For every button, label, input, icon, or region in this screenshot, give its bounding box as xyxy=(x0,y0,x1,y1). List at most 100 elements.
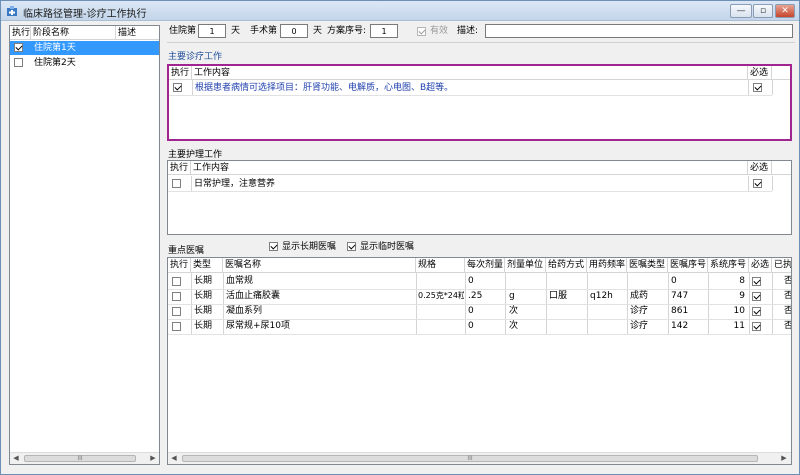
divider xyxy=(772,80,773,95)
orders-hscrollbar[interactable]: ◀ III ▶ xyxy=(168,452,791,464)
nursing-content: 日常护理，注意营养 xyxy=(194,179,276,189)
order-freq xyxy=(590,274,626,288)
col-header-content: 工作内容 xyxy=(191,161,748,175)
col-header-freq: 用药频率 xyxy=(589,258,627,272)
diagnosis-required-checkbox[interactable] xyxy=(753,83,762,92)
show-temp-orders-label: 显示临时医嘱 xyxy=(360,242,415,252)
day-prefix-label: 住院第 xyxy=(169,26,197,36)
table-row[interactable]: 长期 血常规 0 0 8 否 xyxy=(168,274,791,289)
stage-list-hscrollbar[interactable]: ◀ III ▶ xyxy=(10,452,159,464)
order-freq: q12h xyxy=(590,291,613,301)
scroll-left-arrow-icon[interactable]: ◀ xyxy=(10,453,22,464)
order-exec-checkbox[interactable] xyxy=(172,322,181,331)
stage-row[interactable]: 住院第1天 xyxy=(10,41,159,55)
order-exec-checkbox[interactable] xyxy=(172,307,181,316)
diagnosis-content: 根据患者病情可选择项目：肝肾功能、电解质，心电图、B超等。 xyxy=(195,83,454,93)
order-required-checkbox[interactable] xyxy=(752,322,761,331)
nursing-exec-checkbox[interactable] xyxy=(172,179,181,188)
order-required-checkbox[interactable] xyxy=(752,292,761,301)
order-done: 否 xyxy=(784,274,791,288)
divider xyxy=(772,176,773,191)
show-temp-orders-checkbox[interactable] xyxy=(347,242,356,251)
stage-exec-checkbox[interactable] xyxy=(14,58,23,67)
nursing-required-checkbox[interactable] xyxy=(753,179,762,188)
scroll-thumb[interactable]: III xyxy=(182,455,758,462)
divider xyxy=(168,304,791,305)
order-route xyxy=(549,304,585,318)
orders-section-title: 重点医嘱 xyxy=(168,246,205,256)
plan-no-input[interactable] xyxy=(370,24,398,38)
order-no: 142 xyxy=(671,321,689,331)
order-required-checkbox[interactable] xyxy=(752,277,761,286)
order-exec-checkbox[interactable] xyxy=(172,292,181,301)
nursing-section-title: 主要护理工作 xyxy=(168,150,223,160)
stage-exec-checkbox[interactable] xyxy=(14,43,23,52)
surgery-day-input[interactable] xyxy=(280,24,308,38)
order-freq xyxy=(590,304,626,318)
stage-row[interactable]: 住院第2天 xyxy=(10,56,159,70)
order-sys-no: 8 xyxy=(739,276,745,286)
col-header-order-no: 医嘱序号 xyxy=(670,258,708,272)
order-required-checkbox[interactable] xyxy=(752,307,761,316)
show-long-orders-checkbox[interactable] xyxy=(269,242,278,251)
order-freq xyxy=(590,319,626,333)
close-button[interactable]: ✕ xyxy=(775,4,795,18)
desc-input[interactable] xyxy=(485,24,793,38)
order-name: 尿常规+尿10项 xyxy=(226,321,290,331)
divider xyxy=(168,289,791,290)
col-header-exec: 执行 xyxy=(168,258,191,272)
order-dose: .25 xyxy=(468,291,483,301)
order-done: 否 xyxy=(784,304,791,318)
diagnosis-grid[interactable]: 执行 工作内容 必选 根据患者病情可选择项目：肝肾功能、电解质，心电图、B超等。 xyxy=(167,64,792,141)
order-type: 长期 xyxy=(194,306,213,316)
order-route: 口服 xyxy=(549,291,568,301)
scroll-right-arrow-icon[interactable]: ▶ xyxy=(778,453,790,464)
table-row[interactable]: 长期 凝血系列 0 次 诊疗 861 10 否 xyxy=(168,304,791,319)
col-header-desc: 描述 xyxy=(118,28,137,38)
order-category: 成药 xyxy=(630,291,649,301)
order-sys-no: 11 xyxy=(733,321,745,331)
surgery-suffix-label: 天 xyxy=(313,26,323,36)
order-category xyxy=(630,274,666,288)
stage-list[interactable]: 执行 阶段名称 描述 住院第1天 住院第2天 ◀ III ▶ xyxy=(9,25,160,465)
stage-name: 住院第1天 xyxy=(34,43,76,53)
order-done: 否 xyxy=(784,289,791,303)
order-dose: 0 xyxy=(468,306,474,316)
order-route xyxy=(549,274,585,288)
show-long-orders-label: 显示长期医嘱 xyxy=(282,242,337,252)
col-header-sys-no: 系统序号 xyxy=(708,258,749,272)
title-bar: 临床路径管理-诊疗工作执行 — ▫ ✕ xyxy=(1,1,799,21)
minimize-button[interactable]: — xyxy=(730,4,752,18)
col-header-done: 已执 xyxy=(772,258,791,272)
order-unit: g xyxy=(509,291,515,301)
order-dose: 0 xyxy=(468,321,474,331)
scroll-right-arrow-icon[interactable]: ▶ xyxy=(147,453,159,464)
stage-list-header: 执行 阶段名称 描述 xyxy=(10,26,159,40)
order-spec: 0.25克*24粒 xyxy=(418,291,464,300)
diagnosis-exec-checkbox[interactable] xyxy=(173,83,182,92)
order-spec xyxy=(418,274,464,288)
plan-no-label: 方案序号: xyxy=(327,26,367,36)
col-header-exec: 执行 xyxy=(12,26,31,40)
divider xyxy=(748,80,749,95)
order-category: 诊疗 xyxy=(630,306,649,316)
nursing-grid[interactable]: 执行 工作内容 必选 日常护理，注意营养 xyxy=(167,160,792,235)
scroll-thumb[interactable]: III xyxy=(24,455,136,462)
valid-checkbox[interactable] xyxy=(417,27,426,36)
day-input[interactable] xyxy=(198,24,226,38)
orders-grid[interactable]: 执行 类型 医嘱名称 规格 每次剂量 剂量单位 给药方式 用药频率 医嘱类型 医… xyxy=(167,257,792,465)
diagnosis-grid-header: 执行 工作内容 必选 xyxy=(169,66,790,80)
order-type: 长期 xyxy=(194,276,213,286)
scroll-left-arrow-icon[interactable]: ◀ xyxy=(168,453,180,464)
order-no: 0 xyxy=(671,276,677,286)
restore-button[interactable]: ▫ xyxy=(753,4,773,18)
order-exec-checkbox[interactable] xyxy=(172,277,181,286)
col-header-order-type: 医嘱类型 xyxy=(627,258,668,272)
order-no: 747 xyxy=(671,291,689,301)
col-header-required: 必选 xyxy=(748,161,772,175)
divider xyxy=(168,319,791,320)
table-row[interactable]: 长期 活血止痛胶囊 0.25克*24粒 .25 g 口服 q12h 成药 747… xyxy=(168,289,791,304)
stage-name: 住院第2天 xyxy=(34,58,76,68)
table-row[interactable]: 长期 尿常规+尿10项 0 次 诊疗 142 11 否 xyxy=(168,319,791,334)
main-window: 临床路径管理-诊疗工作执行 — ▫ ✕ 执行 阶段名称 描述 住院第1天 住院第… xyxy=(0,0,800,475)
